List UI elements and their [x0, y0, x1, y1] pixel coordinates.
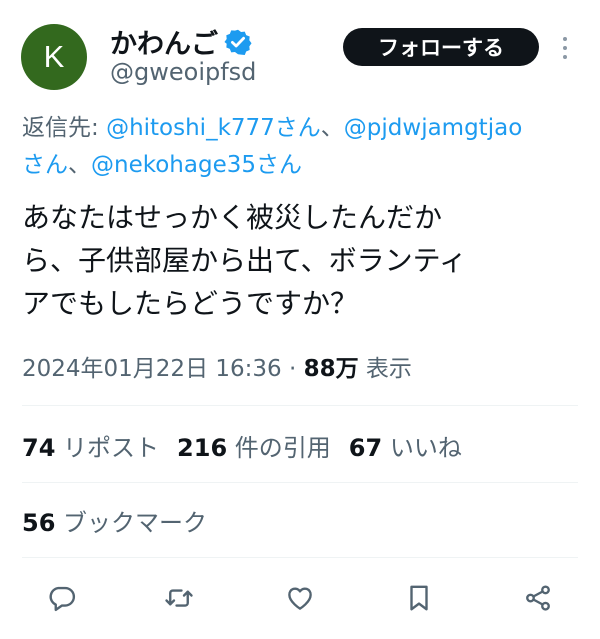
reposts-stat[interactable]: 74 リポスト [22, 434, 159, 462]
verified-badge-icon [224, 28, 252, 56]
bookmarks-count: 56 [22, 509, 56, 537]
display-name-text: かわんご [110, 29, 218, 60]
likes-label: いいね [382, 434, 462, 462]
quotes-label: 件の引用 [227, 434, 331, 462]
bookmark-icon[interactable] [401, 580, 437, 616]
share-icon[interactable] [520, 580, 556, 616]
repost-icon[interactable] [161, 580, 197, 616]
like-icon[interactable] [282, 580, 318, 616]
reply-icon[interactable] [44, 580, 80, 616]
reposts-label: リポスト [55, 434, 160, 462]
divider [22, 557, 578, 558]
tweet-meta: 2024年01月22日 16:36 · 88万 表示 [22, 349, 412, 383]
reposts-count: 74 [22, 434, 56, 462]
timestamp[interactable]: 2024年01月22日 16:36 · [22, 356, 304, 382]
engagement-stats: 74 リポスト 216 件の引用 67 いいね [22, 428, 480, 463]
likes-stat[interactable]: 67 いいね [349, 434, 462, 462]
divider [22, 405, 578, 406]
avatar[interactable]: K [21, 24, 87, 90]
bookmarks-label: ブックマーク [55, 509, 208, 537]
display-name[interactable]: かわんご [110, 22, 252, 61]
quotes-stat[interactable]: 216 件の引用 [177, 434, 331, 462]
more-options-icon[interactable] [552, 34, 578, 62]
mention-link[interactable]: @hitoshi_k777さん [106, 115, 321, 141]
user-handle[interactable]: @gweoipfsd [110, 58, 256, 86]
divider [22, 482, 578, 483]
view-label: 表示 [358, 356, 412, 382]
mention-link[interactable]: @pjdwjamgtjao [344, 115, 522, 141]
mention-link-suffix[interactable]: さん [22, 152, 68, 178]
quotes-count: 216 [177, 434, 228, 462]
reply-to-prefix: 返信先: [22, 115, 107, 141]
view-count: 88万 [303, 356, 359, 382]
tweet-line: アでもしたらどうですか？ [22, 287, 359, 320]
avatar-letter: K [43, 39, 65, 74]
likes-count: 67 [348, 434, 383, 462]
tweet-text: あなたはせっかく被災したんだか ら、子供部屋から出て、ボランティ アでもしたらど… [22, 196, 596, 325]
reply-separator: 、 [320, 115, 344, 141]
reply-separator: 、 [68, 152, 91, 178]
mention-link[interactable]: @nekohage35さん [91, 152, 302, 178]
reply-to-line: 返信先: @hitoshi_k777さん、@pjdwjamgtjao さん、@ne… [22, 110, 598, 184]
follow-button[interactable]: フォローする [343, 28, 539, 66]
tweet-line: ら、子供部屋から出て、ボランティ [22, 244, 467, 277]
bookmarks-stat[interactable]: 56 ブックマーク [22, 503, 207, 538]
tweet-line: あなたはせっかく被災したんだか [22, 201, 443, 234]
